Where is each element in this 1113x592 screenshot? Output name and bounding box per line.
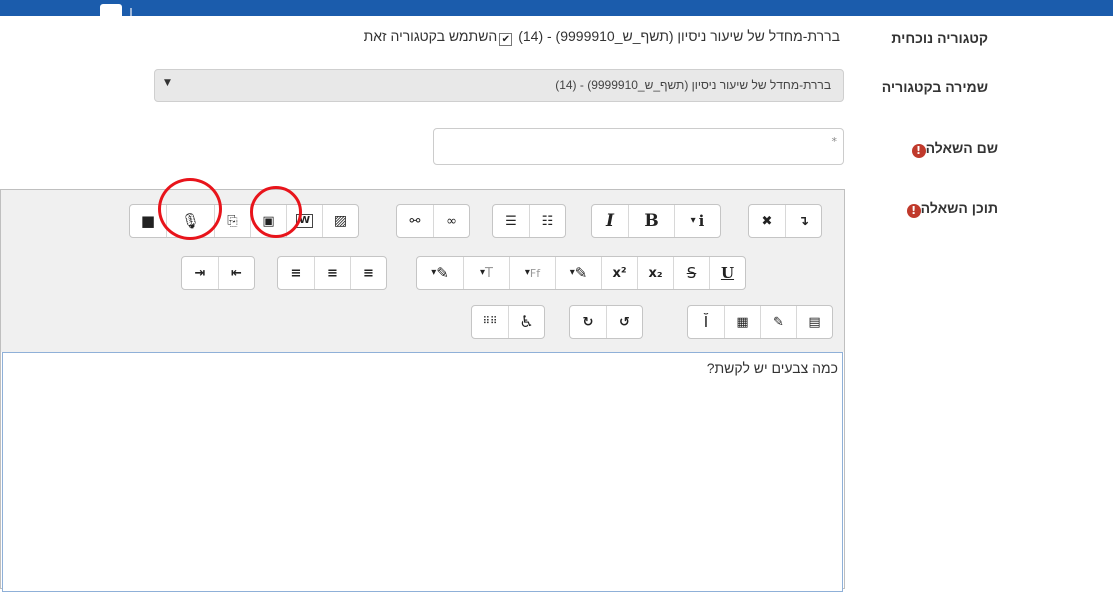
text-color-dropdown[interactable]: ▾ ✎	[555, 257, 601, 289]
underline-button[interactable]: U	[709, 257, 745, 289]
font-family-dropdown[interactable]: ▾ Ff	[509, 257, 555, 289]
save-category-selected: בררת-מחדל של שיעור ניסיון (תשף_ש_9999910…	[555, 78, 831, 92]
rich-text-editor: ✖ ↴ I B ▾ i ☰ ☷ ⚯ ∞ ■ 🎙 ⎘ ▣ W ▨ ▾ ✎ ▾ T ▾ Ff	[0, 189, 845, 592]
toolbar-group-text-format: I B ▾ i	[591, 204, 721, 238]
navbar-divider	[130, 8, 132, 16]
question-text-content: כמה צבעים יש לקשת?	[706, 360, 838, 376]
toolbar-group-accessibility: ⠿⠿ ♿	[471, 305, 545, 339]
calculator-icon[interactable]: ▤	[796, 306, 832, 338]
toolbar-group-history: ↻ ↺	[569, 305, 643, 339]
unlink-icon[interactable]: ⚯	[397, 205, 433, 237]
ordered-list-icon[interactable]: ☰	[493, 205, 529, 237]
toolbar-group-font-style: ▾ ✎ ▾ T ▾ Ff ▾ ✎ x² x₂ S U	[416, 256, 746, 290]
editor-toolbar: ✖ ↴ I B ▾ i ☰ ☷ ⚯ ∞ ■ 🎙 ⎘ ▣ W ▨ ▾ ✎ ▾ T ▾ Ff	[1, 190, 844, 352]
collapse-icon[interactable]: ↴	[785, 205, 821, 237]
italic-button[interactable]: I	[592, 205, 628, 237]
link-icon[interactable]: ∞	[433, 205, 469, 237]
question-name-label: שם השאלה	[925, 140, 998, 156]
toolbar-group-tools: Ĭ ▦ ✎ ▤	[687, 305, 833, 339]
question-text-editor-area[interactable]: כמה צבעים יש לקשת?	[2, 352, 843, 592]
toolbar-group-screen: ✖ ↴	[748, 204, 822, 238]
braille-icon[interactable]: ⠿⠿	[472, 306, 508, 338]
image-icon[interactable]: ▨	[322, 205, 358, 237]
superscript-button[interactable]: x²	[601, 257, 637, 289]
align-left-icon[interactable]: ≡	[350, 257, 386, 289]
text-style-dropdown[interactable]: ▾ i	[674, 205, 720, 237]
table-icon[interactable]: ▦	[724, 306, 760, 338]
required-icon: !	[906, 204, 921, 218]
accessibility-icon[interactable]: ♿	[508, 306, 544, 338]
required-asterisk: *	[831, 135, 838, 148]
strikethrough-button[interactable]: S	[673, 257, 709, 289]
toolbar-group-lists: ☰ ☷	[492, 204, 566, 238]
undo-icon[interactable]: ↺	[606, 306, 642, 338]
dropdown-arrow-icon: ▼	[164, 78, 171, 88]
question-text-label-row: תוכן השאלה!	[903, 200, 998, 218]
redo-icon[interactable]: ↻	[570, 306, 606, 338]
question-name-input[interactable]: *	[433, 128, 844, 165]
required-icon: !	[911, 144, 926, 158]
outdent-icon[interactable]: ⇤	[218, 257, 254, 289]
fullscreen-icon[interactable]: ✖	[749, 205, 785, 237]
bold-button[interactable]: B	[628, 205, 674, 237]
current-category-label: קטגוריה נוכחית	[891, 30, 988, 46]
annotation-circle-audio	[158, 178, 222, 240]
navbar-tab[interactable]	[100, 4, 122, 16]
current-category-value: בררת-מחדל של שיעור ניסיון (תשף_ש_9999910…	[518, 28, 840, 44]
use-category-checkbox-label: השתמש בקטגוריה זאת	[363, 28, 498, 44]
background-color-dropdown[interactable]: ▾ ✎	[417, 257, 463, 289]
toolbar-group-align: ≡ ≡ ≡	[277, 256, 387, 290]
toolbar-group-indent: ⇥ ⇤	[181, 256, 255, 290]
edit-icon[interactable]: ✎	[760, 306, 796, 338]
cursor-icon[interactable]: Ĭ	[688, 306, 724, 338]
unordered-list-icon[interactable]: ☷	[529, 205, 565, 237]
align-right-icon[interactable]: ≡	[278, 257, 314, 289]
question-name-label-row: שם השאלה!	[908, 140, 998, 158]
subscript-button[interactable]: x₂	[637, 257, 673, 289]
use-category-checkbox[interactable]: ✔	[499, 33, 513, 46]
font-size-dropdown[interactable]: ▾ T	[463, 257, 509, 289]
indent-icon[interactable]: ⇥	[182, 257, 218, 289]
annotation-circle-video-record	[250, 186, 302, 238]
top-navbar	[0, 0, 1113, 16]
toolbar-group-links: ⚯ ∞	[396, 204, 470, 238]
align-center-icon[interactable]: ≡	[314, 257, 350, 289]
save-category-label: שמירה בקטגוריה	[881, 79, 988, 95]
save-category-select[interactable]: בררת-מחדל של שיעור ניסיון (תשף_ש_9999910…	[154, 69, 844, 102]
current-category-row: בררת-מחדל של שיעור ניסיון (תשף_ש_9999910…	[364, 28, 840, 46]
question-text-label: תוכן השאלה	[920, 200, 998, 216]
